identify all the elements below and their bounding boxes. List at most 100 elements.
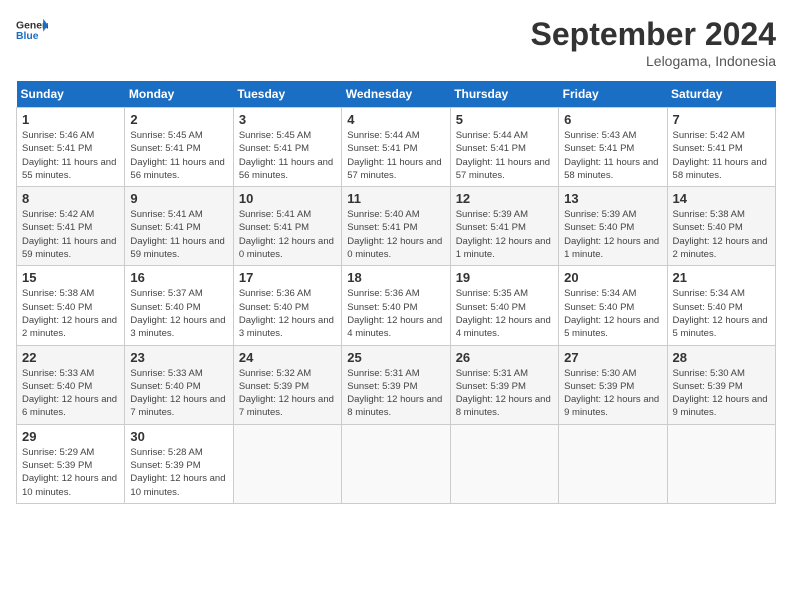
week-row-2: 8 Sunrise: 5:42 AM Sunset: 5:41 PM Dayli… [17, 187, 776, 266]
day-cell-7: 7 Sunrise: 5:42 AM Sunset: 5:41 PM Dayli… [667, 108, 775, 187]
day-info: Sunrise: 5:37 AM Sunset: 5:40 PM Dayligh… [130, 287, 227, 340]
day-cell-11: 11 Sunrise: 5:40 AM Sunset: 5:41 PM Dayl… [342, 187, 450, 266]
header-friday: Friday [559, 81, 667, 108]
day-info: Sunrise: 5:31 AM Sunset: 5:39 PM Dayligh… [456, 367, 553, 420]
day-info: Sunrise: 5:44 AM Sunset: 5:41 PM Dayligh… [456, 129, 553, 182]
day-info: Sunrise: 5:33 AM Sunset: 5:40 PM Dayligh… [130, 367, 227, 420]
day-info: Sunrise: 5:36 AM Sunset: 5:40 PM Dayligh… [239, 287, 336, 340]
header-thursday: Thursday [450, 81, 558, 108]
day-info: Sunrise: 5:30 AM Sunset: 5:39 PM Dayligh… [564, 367, 661, 420]
day-number: 30 [130, 429, 227, 444]
day-number: 24 [239, 350, 336, 365]
day-info: Sunrise: 5:33 AM Sunset: 5:40 PM Dayligh… [22, 367, 119, 420]
day-info: Sunrise: 5:39 AM Sunset: 5:41 PM Dayligh… [456, 208, 553, 261]
day-cell-8: 8 Sunrise: 5:42 AM Sunset: 5:41 PM Dayli… [17, 187, 125, 266]
day-number: 13 [564, 191, 661, 206]
day-cell-3: 3 Sunrise: 5:45 AM Sunset: 5:41 PM Dayli… [233, 108, 341, 187]
day-cell-23: 23 Sunrise: 5:33 AM Sunset: 5:40 PM Dayl… [125, 345, 233, 424]
day-number: 26 [456, 350, 553, 365]
svg-text:Blue: Blue [16, 31, 39, 42]
day-info: Sunrise: 5:45 AM Sunset: 5:41 PM Dayligh… [130, 129, 227, 182]
day-info: Sunrise: 5:34 AM Sunset: 5:40 PM Dayligh… [564, 287, 661, 340]
day-number: 8 [22, 191, 119, 206]
day-number: 16 [130, 270, 227, 285]
header-sunday: Sunday [17, 81, 125, 108]
day-info: Sunrise: 5:30 AM Sunset: 5:39 PM Dayligh… [673, 367, 770, 420]
week-row-3: 15 Sunrise: 5:38 AM Sunset: 5:40 PM Dayl… [17, 266, 776, 345]
day-number: 19 [456, 270, 553, 285]
day-cell-21: 21 Sunrise: 5:34 AM Sunset: 5:40 PM Dayl… [667, 266, 775, 345]
day-number: 22 [22, 350, 119, 365]
day-cell-5: 5 Sunrise: 5:44 AM Sunset: 5:41 PM Dayli… [450, 108, 558, 187]
day-number: 25 [347, 350, 444, 365]
day-cell-2: 2 Sunrise: 5:45 AM Sunset: 5:41 PM Dayli… [125, 108, 233, 187]
day-info: Sunrise: 5:39 AM Sunset: 5:40 PM Dayligh… [564, 208, 661, 261]
day-info: Sunrise: 5:35 AM Sunset: 5:40 PM Dayligh… [456, 287, 553, 340]
day-cell-30: 30 Sunrise: 5:28 AM Sunset: 5:39 PM Dayl… [125, 424, 233, 503]
day-info: Sunrise: 5:29 AM Sunset: 5:39 PM Dayligh… [22, 446, 119, 499]
day-info: Sunrise: 5:38 AM Sunset: 5:40 PM Dayligh… [673, 208, 770, 261]
day-number: 21 [673, 270, 770, 285]
empty-cell [233, 424, 341, 503]
day-number: 15 [22, 270, 119, 285]
day-info: Sunrise: 5:42 AM Sunset: 5:41 PM Dayligh… [673, 129, 770, 182]
day-cell-16: 16 Sunrise: 5:37 AM Sunset: 5:40 PM Dayl… [125, 266, 233, 345]
day-number: 12 [456, 191, 553, 206]
empty-cell [559, 424, 667, 503]
day-info: Sunrise: 5:43 AM Sunset: 5:41 PM Dayligh… [564, 129, 661, 182]
day-cell-29: 29 Sunrise: 5:29 AM Sunset: 5:39 PM Dayl… [17, 424, 125, 503]
header-saturday: Saturday [667, 81, 775, 108]
day-number: 23 [130, 350, 227, 365]
day-number: 17 [239, 270, 336, 285]
day-cell-6: 6 Sunrise: 5:43 AM Sunset: 5:41 PM Dayli… [559, 108, 667, 187]
day-info: Sunrise: 5:41 AM Sunset: 5:41 PM Dayligh… [239, 208, 336, 261]
day-cell-20: 20 Sunrise: 5:34 AM Sunset: 5:40 PM Dayl… [559, 266, 667, 345]
day-cell-9: 9 Sunrise: 5:41 AM Sunset: 5:41 PM Dayli… [125, 187, 233, 266]
day-number: 10 [239, 191, 336, 206]
day-number: 5 [456, 112, 553, 127]
day-info: Sunrise: 5:32 AM Sunset: 5:39 PM Dayligh… [239, 367, 336, 420]
header-monday: Monday [125, 81, 233, 108]
day-cell-1: 1 Sunrise: 5:46 AM Sunset: 5:41 PM Dayli… [17, 108, 125, 187]
day-cell-26: 26 Sunrise: 5:31 AM Sunset: 5:39 PM Dayl… [450, 345, 558, 424]
day-number: 18 [347, 270, 444, 285]
empty-cell [450, 424, 558, 503]
title-area: September 2024 Lelogama, Indonesia [531, 16, 776, 69]
logo: General Blue [16, 16, 48, 44]
week-row-1: 1 Sunrise: 5:46 AM Sunset: 5:41 PM Dayli… [17, 108, 776, 187]
location: Lelogama, Indonesia [531, 53, 776, 69]
day-cell-13: 13 Sunrise: 5:39 AM Sunset: 5:40 PM Dayl… [559, 187, 667, 266]
day-number: 2 [130, 112, 227, 127]
day-cell-28: 28 Sunrise: 5:30 AM Sunset: 5:39 PM Dayl… [667, 345, 775, 424]
day-info: Sunrise: 5:38 AM Sunset: 5:40 PM Dayligh… [22, 287, 119, 340]
day-info: Sunrise: 5:34 AM Sunset: 5:40 PM Dayligh… [673, 287, 770, 340]
logo-icon: General Blue [16, 16, 48, 44]
day-cell-10: 10 Sunrise: 5:41 AM Sunset: 5:41 PM Dayl… [233, 187, 341, 266]
days-header-row: Sunday Monday Tuesday Wednesday Thursday… [17, 81, 776, 108]
day-cell-22: 22 Sunrise: 5:33 AM Sunset: 5:40 PM Dayl… [17, 345, 125, 424]
day-number: 20 [564, 270, 661, 285]
empty-cell [667, 424, 775, 503]
day-cell-17: 17 Sunrise: 5:36 AM Sunset: 5:40 PM Dayl… [233, 266, 341, 345]
day-number: 29 [22, 429, 119, 444]
day-info: Sunrise: 5:45 AM Sunset: 5:41 PM Dayligh… [239, 129, 336, 182]
day-cell-4: 4 Sunrise: 5:44 AM Sunset: 5:41 PM Dayli… [342, 108, 450, 187]
day-number: 6 [564, 112, 661, 127]
day-number: 4 [347, 112, 444, 127]
day-cell-15: 15 Sunrise: 5:38 AM Sunset: 5:40 PM Dayl… [17, 266, 125, 345]
day-cell-19: 19 Sunrise: 5:35 AM Sunset: 5:40 PM Dayl… [450, 266, 558, 345]
day-info: Sunrise: 5:46 AM Sunset: 5:41 PM Dayligh… [22, 129, 119, 182]
day-cell-25: 25 Sunrise: 5:31 AM Sunset: 5:39 PM Dayl… [342, 345, 450, 424]
day-info: Sunrise: 5:42 AM Sunset: 5:41 PM Dayligh… [22, 208, 119, 261]
day-number: 3 [239, 112, 336, 127]
day-info: Sunrise: 5:41 AM Sunset: 5:41 PM Dayligh… [130, 208, 227, 261]
day-number: 14 [673, 191, 770, 206]
day-number: 27 [564, 350, 661, 365]
day-info: Sunrise: 5:36 AM Sunset: 5:40 PM Dayligh… [347, 287, 444, 340]
day-info: Sunrise: 5:40 AM Sunset: 5:41 PM Dayligh… [347, 208, 444, 261]
calendar-table: Sunday Monday Tuesday Wednesday Thursday… [16, 81, 776, 504]
page-header: General Blue September 2024 Lelogama, In… [16, 16, 776, 69]
day-cell-12: 12 Sunrise: 5:39 AM Sunset: 5:41 PM Dayl… [450, 187, 558, 266]
day-number: 1 [22, 112, 119, 127]
day-number: 11 [347, 191, 444, 206]
